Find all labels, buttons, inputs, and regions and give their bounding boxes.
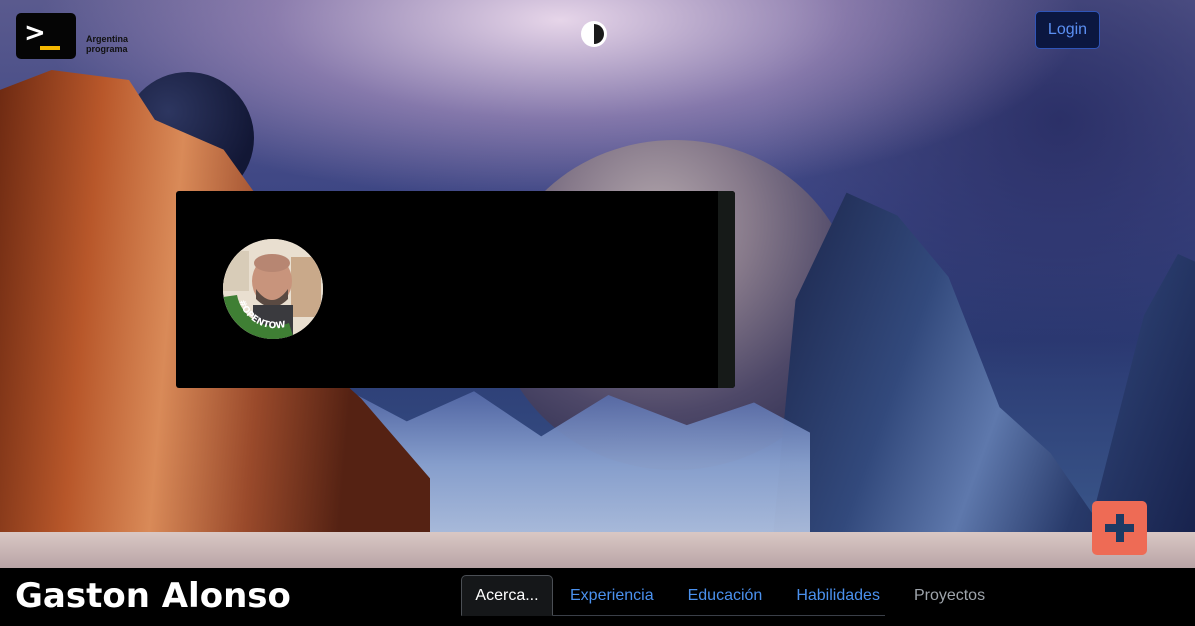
half-circle-contrast-icon xyxy=(581,21,607,47)
profile-name-bar: Gaston Alonso Acerca... Experiencia Educ… xyxy=(0,568,1195,626)
logo-cursor-bar xyxy=(40,46,60,50)
profile-card: #OPENTOWORK xyxy=(176,191,735,388)
card-scroll-strip xyxy=(718,191,735,388)
add-button[interactable] xyxy=(1092,501,1147,555)
logo-text: Argentina programa xyxy=(86,34,128,54)
tab-acerca[interactable]: Acerca... xyxy=(461,575,553,616)
tab-habilidades[interactable]: Habilidades xyxy=(779,575,897,616)
top-navbar: > Argentina programa Login xyxy=(0,0,1195,70)
logo-text-line1: Argentina xyxy=(86,34,129,44)
section-tabs: Acerca... Experiencia Educación Habilida… xyxy=(461,575,1002,616)
logo-text-line2: programa xyxy=(86,44,128,54)
profile-avatar[interactable]: #OPENTOWORK xyxy=(223,239,323,339)
avatar-photo: #OPENTOWORK xyxy=(223,239,323,339)
theme-toggle-button[interactable] xyxy=(579,19,609,49)
plus-icon xyxy=(1105,514,1134,542)
tab-educacion[interactable]: Educación xyxy=(671,575,780,616)
background-ground xyxy=(0,532,1195,568)
tab-experiencia[interactable]: Experiencia xyxy=(553,575,671,616)
login-button[interactable]: Login xyxy=(1035,11,1100,49)
logo-prompt-glyph: > xyxy=(24,18,46,48)
tab-proyectos[interactable]: Proyectos xyxy=(897,575,1002,616)
profile-name: Gaston Alonso xyxy=(15,576,291,616)
logo-icon[interactable]: > xyxy=(16,13,76,59)
